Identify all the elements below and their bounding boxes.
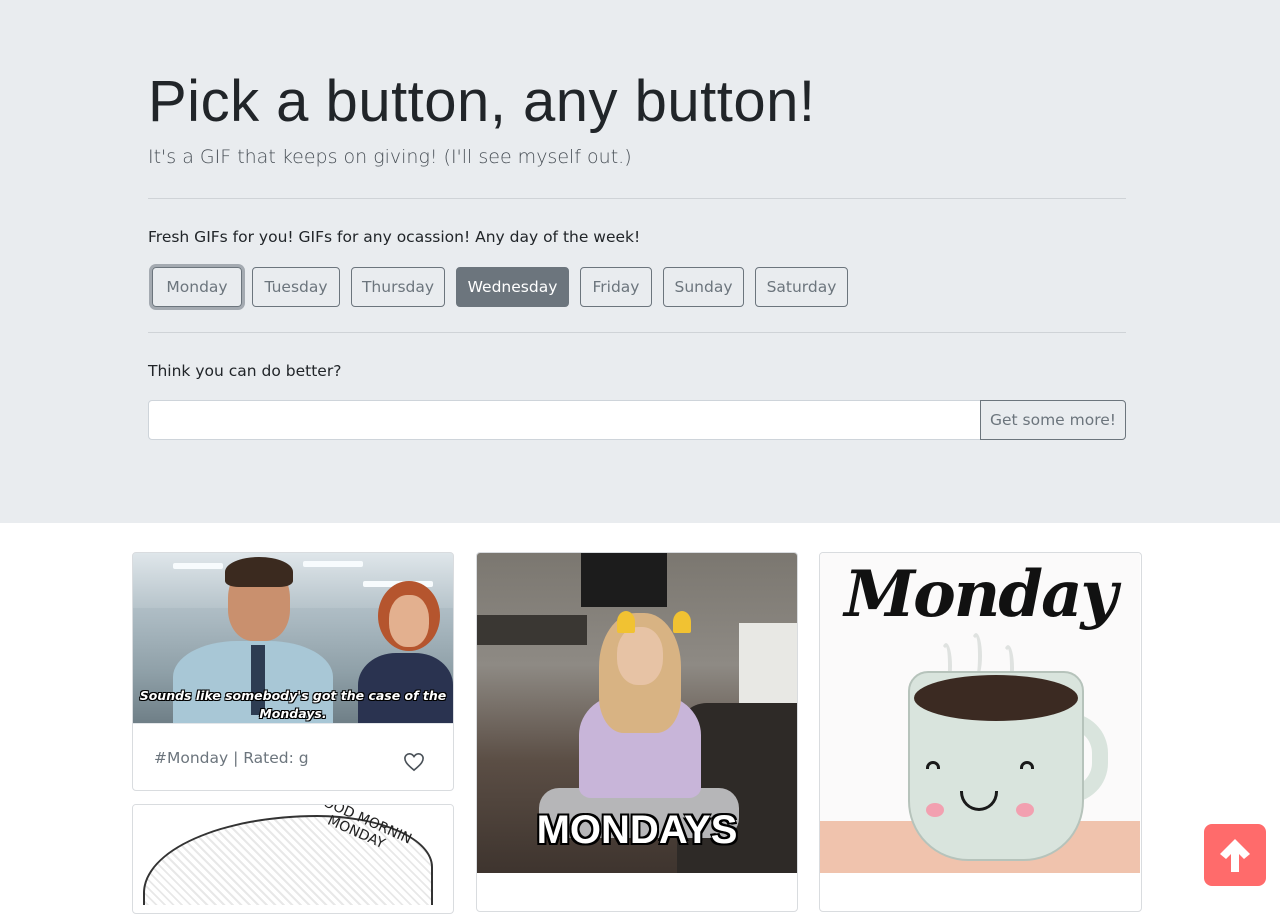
search-prompt: Think you can do better? xyxy=(148,362,342,380)
day-button-wednesday[interactable]: Wednesday xyxy=(456,267,569,307)
day-button-thursday[interactable]: Thursday xyxy=(351,267,445,307)
gif-subtitle: MONDAYS xyxy=(536,808,738,852)
gif-title: Monday xyxy=(844,557,1117,632)
scroll-to-top-button[interactable] xyxy=(1204,824,1266,886)
gif-image[interactable]: MONDAYS xyxy=(477,553,797,873)
day-button-sunday[interactable]: Sunday xyxy=(663,267,744,307)
day-button-friday[interactable]: Friday xyxy=(580,267,652,307)
arrow-up-icon xyxy=(1220,839,1250,872)
card-footer: #Monday | Rated: g xyxy=(133,723,453,790)
divider xyxy=(148,332,1126,333)
gif-subtitle: Sounds like somebody's got the case of t… xyxy=(139,688,447,721)
search-input[interactable] xyxy=(148,400,981,440)
page-subtitle: It's a GIF that keeps on giving! (I'll s… xyxy=(148,146,632,168)
day-button-monday[interactable]: Monday xyxy=(152,267,242,307)
gif-card: Sounds like somebody's got the case of t… xyxy=(132,552,454,791)
divider xyxy=(148,198,1126,199)
gif-card: Monday xyxy=(819,552,1142,912)
gif-image[interactable]: GOOD MORNIN MONDAY xyxy=(133,805,453,905)
gif-card: MONDAYS xyxy=(476,552,798,912)
page-title: Pick a button, any button! xyxy=(148,69,816,134)
heart-icon[interactable] xyxy=(403,752,425,772)
gif-image[interactable]: Sounds like somebody's got the case of t… xyxy=(133,553,453,723)
day-button-tuesday[interactable]: Tuesday xyxy=(252,267,340,307)
day-button-saturday[interactable]: Saturday xyxy=(755,267,848,307)
day-prompt: Fresh GIFs for you! GIFs for any ocassio… xyxy=(148,228,641,246)
get-more-button[interactable]: Get some more! xyxy=(980,400,1126,440)
gif-image[interactable]: Monday xyxy=(820,553,1140,873)
gif-meta: #Monday | Rated: g xyxy=(154,749,309,767)
gif-card: GOOD MORNIN MONDAY xyxy=(132,804,454,914)
